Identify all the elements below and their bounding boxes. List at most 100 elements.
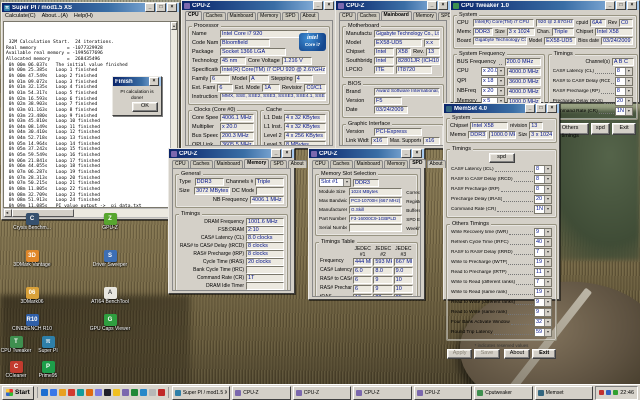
timing-selector[interactable]: 8▾ — [534, 175, 552, 184]
apply-button[interactable]: Apply — [447, 349, 472, 359]
desktop-icon[interactable]: C Crysis Benchm... — [10, 213, 54, 232]
quick-launch-icon[interactable] — [104, 389, 111, 396]
cpuz-tab[interactable]: SPD — [282, 12, 298, 20]
timing-selector[interactable]: 7▾ — [534, 248, 552, 257]
minimize-icon[interactable]: _ — [605, 1, 615, 10]
maximize-icon[interactable]: □ — [616, 1, 626, 10]
exit-button[interactable]: Exit — [612, 123, 636, 135]
chevron-down-icon[interactable]: ▾ — [544, 176, 551, 183]
quick-launch-icon[interactable] — [122, 389, 129, 396]
desktop-icon[interactable]: G GPU Caps Viewer — [88, 314, 132, 333]
close-icon[interactable]: × — [149, 77, 159, 86]
chevron-down-icon[interactable]: ▾ — [497, 68, 504, 75]
cpuz-tab[interactable]: CPU — [312, 160, 329, 168]
chevron-down-icon[interactable]: ▾ — [544, 259, 551, 266]
cpuz-tab[interactable]: Caches — [330, 160, 353, 168]
close-icon[interactable]: × — [627, 1, 637, 10]
cpuz-titlebar[interactable]: CPU-Z _ × — [182, 1, 336, 10]
cpuz-tab[interactable]: About — [300, 12, 319, 20]
timing-selector[interactable]: 9▾ — [534, 298, 552, 307]
timing-selector[interactable]: 9▾ — [534, 228, 552, 237]
desktop-icon[interactable]: 06 3DMark06 — [10, 287, 54, 306]
taskbar-task-button[interactable]: Super PI / mod1.5 XS — [172, 386, 230, 400]
minimize-icon[interactable]: _ — [401, 149, 411, 158]
timing-selector[interactable]: 20▾ — [534, 195, 552, 204]
chevron-down-icon[interactable]: ▾ — [625, 108, 632, 115]
cpuz-tab[interactable]: About — [427, 160, 446, 168]
chevron-down-icon[interactable]: ▾ — [544, 206, 551, 213]
chevron-down-icon[interactable]: ▾ — [625, 68, 632, 75]
chevron-down-icon[interactable]: ▾ — [544, 196, 551, 203]
desktop-icon[interactable]: R10 CINEBENCH R10 — [10, 314, 54, 333]
chevron-down-icon[interactable]: ▾ — [544, 279, 551, 286]
chevron-down-icon[interactable]: ▾ — [497, 88, 504, 95]
quick-launch-icon[interactable] — [149, 389, 156, 396]
cpuz-titlebar[interactable]: CPU-Z _ × — [169, 149, 294, 158]
cpuz-tab[interactable]: Memory — [244, 159, 269, 168]
quick-launch-icon[interactable] — [41, 389, 48, 396]
menu-about[interactable]: About...(A) — [42, 13, 68, 20]
exit-button[interactable]: Exit — [532, 349, 556, 359]
timing-selector[interactable]: 32▾ — [534, 318, 552, 327]
cpuz-titlebar[interactable]: CPU-Z _ × — [336, 1, 450, 10]
desktop-icon[interactable]: P Prime95 — [26, 361, 70, 380]
minimize-icon[interactable]: _ — [427, 1, 437, 10]
cpuz-tab[interactable]: Memory — [413, 12, 437, 20]
ok-button[interactable]: OK — [132, 102, 158, 112]
quick-launch-icon[interactable] — [131, 389, 138, 396]
timing-selector[interactable]: 59▾ — [534, 328, 552, 337]
cpuz-tab[interactable]: CPU — [185, 11, 202, 20]
taskbar-task-button[interactable]: CPU-Z — [232, 386, 290, 400]
desktop-icon[interactable]: 3D 3DMark Vantage — [10, 250, 54, 269]
chevron-down-icon[interactable]: ▾ — [625, 78, 632, 85]
cpuz-tab[interactable]: SPD — [270, 160, 286, 168]
minimize-icon[interactable]: _ — [271, 149, 281, 158]
chevron-down-icon[interactable]: ▾ — [544, 239, 551, 246]
cpuz-tab[interactable]: About — [288, 160, 307, 168]
timing-selector[interactable]: 8▾ — [615, 87, 633, 96]
chevron-down-icon[interactable]: ▾ — [544, 299, 551, 306]
maximize-icon[interactable]: □ — [536, 104, 546, 113]
timing-selector[interactable]: 20▾ — [615, 97, 633, 106]
taskbar-task-button[interactable]: Memset — [535, 386, 593, 400]
chevron-down-icon[interactable]: ▾ — [544, 289, 551, 296]
timing-selector[interactable]: 11▾ — [534, 268, 552, 277]
chevron-down-icon[interactable]: ▾ — [544, 249, 551, 256]
chevron-down-icon[interactable]: ▾ — [544, 329, 551, 336]
menu-calculate[interactable]: Calculate(C) — [5, 13, 36, 20]
timing-selector[interactable]: 1N▾ — [534, 205, 552, 214]
taskbar-task-button[interactable]: CPU-Z — [293, 386, 351, 400]
chevron-down-icon[interactable]: ▾ — [544, 166, 551, 173]
close-icon[interactable]: × — [547, 104, 557, 113]
about-button[interactable]: About — [504, 349, 531, 359]
cpuz-tab[interactable]: Mainboard — [214, 160, 244, 168]
finish-dialog-titlebar[interactable]: Finish × — [113, 77, 161, 86]
multiplier-selector[interactable]: x 20.0▾ — [481, 67, 505, 76]
superpi-titlebar[interactable]: π Super PI / mod1.5 XS _ □ × — [2, 3, 179, 12]
quick-launch-icon[interactable] — [59, 389, 66, 396]
cpuz-tab[interactable]: Mainboard — [227, 12, 257, 20]
multiplier-selector[interactable]: x 18▾ — [481, 77, 505, 86]
timing-selector[interactable]: 7▾ — [534, 278, 552, 287]
close-icon[interactable]: × — [167, 3, 177, 12]
cpuz-tab[interactable]: Mainboard — [354, 160, 384, 168]
timing-selector[interactable]: 8▾ — [534, 185, 552, 194]
close-icon[interactable]: × — [438, 1, 448, 10]
desktop-icon[interactable]: Z GPU-Z — [88, 213, 132, 232]
scroll-up-icon[interactable]: ▴ — [171, 22, 177, 30]
spd-button[interactable]: spd — [489, 153, 515, 163]
cpuz-tab[interactable]: Caches — [357, 12, 380, 20]
quick-launch-icon[interactable] — [68, 389, 75, 396]
chevron-down-icon[interactable]: ▾ — [497, 78, 504, 85]
timing-selector[interactable]: 19▾ — [534, 288, 552, 297]
chevron-down-icon[interactable]: ▾ — [625, 98, 632, 105]
cpuz-tab[interactable]: Mainboard — [381, 11, 412, 20]
quick-launch-icon[interactable] — [77, 389, 84, 396]
close-icon[interactable]: × — [412, 149, 422, 158]
spd-button[interactable]: spd — [591, 123, 611, 135]
cpuz-tab[interactable]: Caches — [203, 12, 226, 20]
close-icon[interactable]: × — [282, 149, 292, 158]
quick-launch-icon[interactable] — [113, 389, 120, 396]
chevron-down-icon[interactable]: ▾ — [544, 319, 551, 326]
timing-selector[interactable]: 40▾ — [534, 238, 552, 247]
